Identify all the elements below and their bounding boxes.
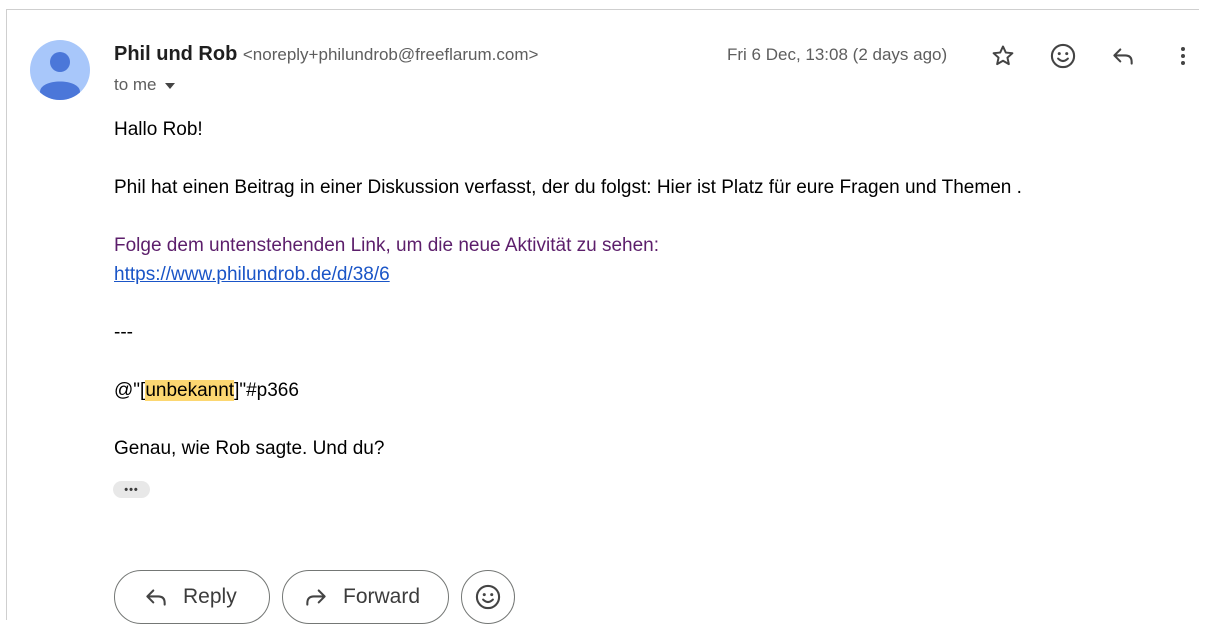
body-paragraph: Phil hat einen Beitrag in einer Diskussi… [114,177,1022,198]
emoji-reaction-button[interactable] [1045,38,1081,74]
reply-icon [1113,48,1133,65]
forward-label: Forward [343,585,421,608]
mention-suffix: ]"#p366 [234,380,299,401]
emoji-icon [1050,43,1076,69]
show-trimmed-content-button[interactable]: ••• [113,481,150,498]
discussion-link[interactable]: https://www.philundrob.de/d/38/6 [114,264,390,285]
mention-prefix: @"[ [114,380,146,401]
emoji-react-button[interactable] [461,570,515,624]
follow-text: Folge dem untenstehenden Link, um die ne… [114,235,660,256]
emoji-icon [474,583,502,611]
reply-label: Reply [183,585,237,608]
closing-text: Genau, wie Rob sagte. Und du? [114,438,385,459]
greeting: Hallo Rob! [114,119,203,140]
chevron-down-icon [164,83,175,89]
email-date: Fri 6 Dec, 13:08 (2 days ago) [727,45,948,64]
email-body: Hallo Rob! Phil hat einen Beitrag in ein… [114,115,1022,463]
sender-line: Phil und Rob <noreply+philundrob@freefla… [114,43,538,66]
person-icon [40,52,80,100]
star-icon [992,45,1014,66]
sender-avatar[interactable] [30,40,90,100]
sender-email: <noreply+philundrob@freeflarum.com> [242,45,539,64]
recipient-label: to me [114,75,157,94]
recipient-toggle[interactable]: to me [114,75,175,95]
star-button[interactable] [985,38,1021,74]
forward-icon [303,584,329,610]
mention-line: @"[unbekannt]"#p366 [114,376,1022,405]
more-options-button[interactable] [1165,38,1201,74]
sender-name[interactable]: Phil und Rob [114,43,237,65]
reply-icon-button[interactable] [1105,38,1141,74]
reply-button[interactable]: Reply [114,570,270,624]
forward-button[interactable]: Forward [282,570,449,624]
ellipsis-icon: ••• [124,483,139,496]
more-vert-icon [1181,47,1185,65]
reply-icon [143,584,169,610]
mention-highlight: unbekannt [145,380,235,401]
separator: --- [114,322,133,343]
